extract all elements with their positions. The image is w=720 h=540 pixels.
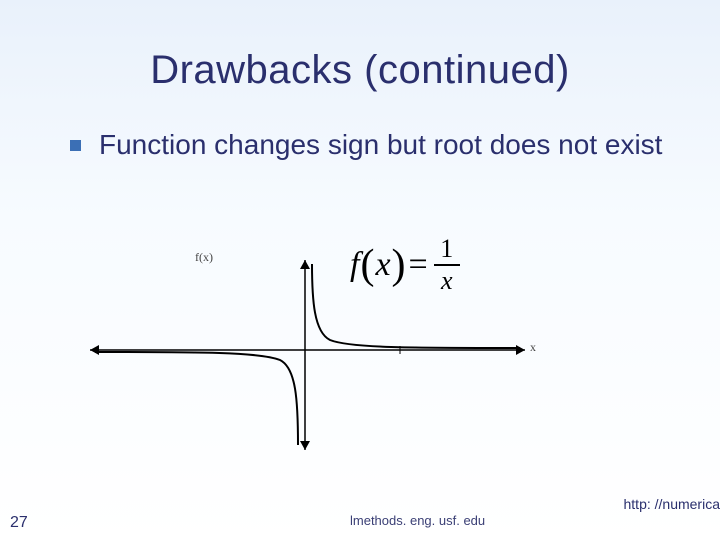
function-plot	[80, 250, 550, 460]
figure-area: f(x) x f ( x ) = 1	[80, 250, 640, 460]
equation-fraction: 1 x	[434, 236, 460, 294]
slide: Drawbacks (continued) Function changes s…	[0, 0, 720, 540]
bullet-row: Function changes sign but root does not …	[70, 128, 680, 162]
bullet-text: Function changes sign but root does not …	[99, 128, 662, 162]
equation-equals: =	[407, 246, 432, 284]
equation-numerator: 1	[440, 236, 453, 264]
bullet-square-icon	[70, 140, 81, 151]
footer-url-right: http: //numerica	[624, 496, 720, 512]
equation-function: f	[350, 246, 359, 284]
slide-title: Drawbacks (continued)	[0, 48, 720, 93]
page-number: 27	[10, 514, 28, 532]
equation-paren-open: (	[359, 241, 375, 289]
equation-paren-close: )	[391, 241, 407, 289]
equation: f ( x ) = 1 x	[350, 236, 460, 294]
footer-url-center: lmethods. eng. usf. edu	[350, 513, 485, 528]
equation-argument: x	[375, 246, 390, 284]
equation-denominator: x	[441, 266, 453, 294]
